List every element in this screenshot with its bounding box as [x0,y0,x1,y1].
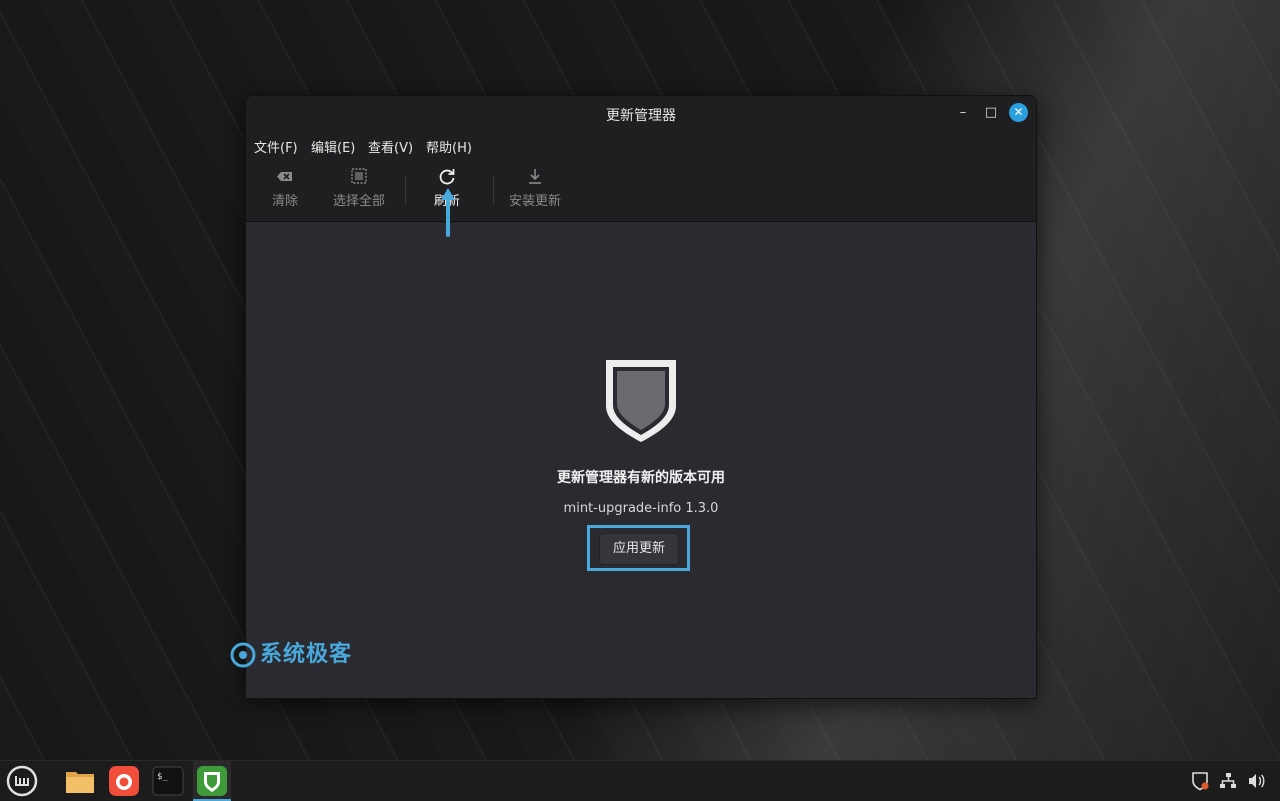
shield-icon [606,360,676,442]
update-manager-window: 更新管理器 – □ ✕ 文件(F) 编辑(E) 查看(V) 帮助(H) 清除 选… [245,95,1037,699]
maximize-button[interactable]: □ [981,103,1001,123]
menu-edit[interactable]: 编辑(E) [311,137,355,156]
menu-view[interactable]: 查看(V) [368,137,413,156]
update-available-heading: 更新管理器有新的版本可用 [557,470,725,486]
toolbar-separator [493,176,494,204]
install-updates-button[interactable]: 安装更新 [508,166,562,209]
select-all-icon [351,168,367,184]
menu-file[interactable]: 文件(F) [254,137,298,156]
title-bar[interactable]: 更新管理器 – □ ✕ [246,96,1036,130]
minimize-button[interactable]: – [953,103,973,123]
toolbar: 清除 选择全部 刷新 安装更新 [246,160,1036,222]
install-updates-label: 安装更新 [508,194,561,209]
select-all-button[interactable]: 选择全部 [332,166,386,209]
backspace-icon [277,172,292,181]
terminal-icon[interactable]: $_ [152,765,184,797]
select-all-label: 选择全部 [332,194,385,209]
volume-icon[interactable] [1246,771,1266,791]
files-icon[interactable] [64,765,96,797]
mint-menu-icon[interactable] [6,765,38,797]
menu-help[interactable]: 帮助(H) [426,137,472,156]
update-shield-icon[interactable] [1190,771,1210,791]
apply-update-button[interactable]: 应用更新 [599,533,679,565]
download-icon [529,169,541,184]
menu-bar: 文件(F) 编辑(E) 查看(V) 帮助(H) [246,130,1036,160]
watermark-logo-icon [230,642,256,668]
clear-label: 清除 [271,194,298,209]
close-button[interactable]: ✕ [1009,103,1028,122]
update-manager-icon[interactable] [196,765,228,797]
watermark-text: 系统极客 [260,642,353,667]
network-icon[interactable] [1218,771,1238,791]
toolbar-separator [405,176,406,204]
window-title: 更新管理器 [606,108,676,124]
main-content: 更新管理器有新的版本可用 mint-upgrade-info 1.3.0 应用更… [246,188,1036,698]
taskbar: $_ [0,760,1280,801]
package-version: mint-upgrade-info 1.3.0 [563,501,719,516]
clear-button[interactable]: 清除 [270,166,300,209]
firefox-icon[interactable] [108,765,140,797]
watermark: 系统极客 [230,636,352,668]
svg-text:$_: $_ [157,772,168,782]
arrow-up-icon [441,188,455,237]
